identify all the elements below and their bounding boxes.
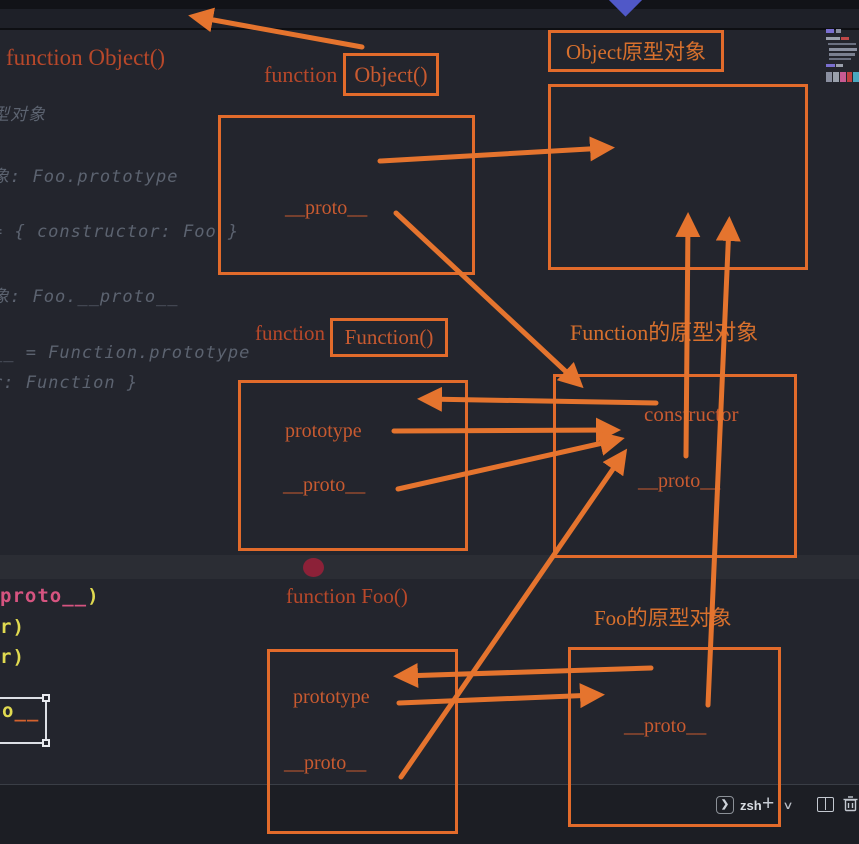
terminal-output-line: r) <box>0 616 25 638</box>
object-fn-name: Object() <box>354 62 427 88</box>
terminal-dropdown-chevron-icon[interactable]: ∨ <box>782 799 793 812</box>
object-fn-left-label: function Object() <box>6 45 165 71</box>
title-bar <box>0 0 859 9</box>
foo-proto-proto-label: __proto__ <box>624 715 706 738</box>
code-line: 型对象 <box>0 100 46 125</box>
foo-fn-label: function Foo() <box>286 584 408 609</box>
function-fn-prototype-label: prototype <box>285 420 362 443</box>
function-fn-name: Function() <box>345 325 434 350</box>
foo-fn-prototype-label: prototype <box>293 686 370 709</box>
terminal-text: proto__ <box>0 585 87 607</box>
minimap-mark <box>829 48 857 51</box>
red-dot-annotation <box>303 558 324 577</box>
object-function-box <box>218 115 475 275</box>
foo-function-box <box>267 649 458 834</box>
minimap-mark <box>841 37 849 40</box>
selection-handle[interactable] <box>42 694 50 702</box>
minimap-mark <box>836 64 843 67</box>
object-fn-name-box: Object() <box>343 53 439 96</box>
minimap-mark <box>833 72 839 82</box>
terminal-output-line: proto__) <box>0 585 100 607</box>
minimap-mark <box>836 29 841 33</box>
code-line: 象: Foo.__proto__ <box>0 282 179 307</box>
selection-handle[interactable] <box>42 739 50 747</box>
foo-fn-proto-label: __proto__ <box>284 752 366 775</box>
function-proto-proto-label: __proto__ <box>638 470 720 493</box>
selected-text-part: __ <box>14 700 39 722</box>
minimap-mark <box>826 37 840 40</box>
minimap-mark <box>826 29 834 33</box>
terminal-output-line: r) <box>0 646 25 668</box>
minimap-mark <box>826 72 832 82</box>
code-line: r: Function } <box>0 373 138 393</box>
code-line: __ = Function.prototype <box>0 343 250 363</box>
function-function-box <box>238 380 468 551</box>
code-line: 象: Foo.prototype <box>0 162 179 187</box>
minimap-mark <box>828 43 856 45</box>
minimap-mark <box>840 72 846 82</box>
terminal-text: ) <box>87 585 99 607</box>
object-proto-title: Object原型对象 <box>566 36 706 66</box>
vscode-window: 型对象 象: Foo.prototype = { constructor: Fo… <box>0 0 859 844</box>
minimap-mark <box>829 53 855 56</box>
minimap[interactable] <box>824 27 859 87</box>
new-terminal-button[interactable]: + <box>762 792 774 816</box>
trash-icon <box>843 796 858 812</box>
object-proto-title-box: Object原型对象 <box>548 30 724 72</box>
selected-text-part: o <box>2 700 14 722</box>
function-fn-proto-label: __proto__ <box>283 474 365 497</box>
function-fn-label-prefix: function <box>255 321 325 346</box>
function-fn-name-box: Function() <box>330 318 448 357</box>
selected-text: o__ <box>2 700 39 722</box>
terminal-prompt-icon[interactable]: ❯ <box>716 796 734 814</box>
terminal-shell-label[interactable]: zsh <box>740 798 762 813</box>
annotation-selection-box[interactable]: o__ <box>0 697 47 744</box>
kill-terminal-icon[interactable] <box>843 796 858 817</box>
minimap-mark <box>847 72 852 82</box>
panel-top-band <box>0 555 859 579</box>
editor-tab-bar[interactable] <box>0 9 859 30</box>
object-fn-label-prefix: function <box>264 62 337 88</box>
function-proto-constructor-label: constructor <box>644 402 738 427</box>
function-proto-title: Function的原型对象 <box>570 315 758 347</box>
code-line: = { constructor: Foo } <box>0 222 239 242</box>
object-fn-proto-label: __proto__ <box>285 197 367 220</box>
minimap-mark <box>829 58 851 60</box>
foo-proto-title: Foo的原型对象 <box>594 602 732 632</box>
object-prototype-box <box>548 84 808 270</box>
split-terminal-icon[interactable] <box>817 797 834 812</box>
minimap-mark <box>853 72 859 82</box>
minimap-mark <box>826 64 835 67</box>
